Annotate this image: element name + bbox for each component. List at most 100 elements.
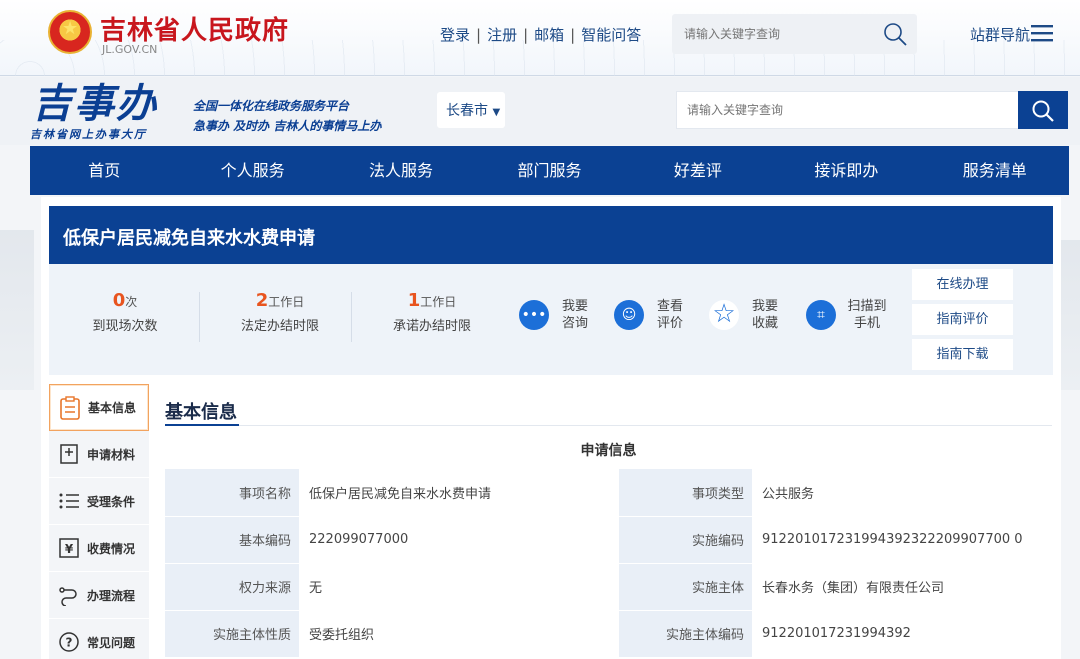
info-table: 事项名称 低保户居民减免自来水水费申请 事项类型 公共服务 基本编码 22209… [165, 469, 1052, 658]
field-label: 事项名称 [165, 469, 299, 517]
action-label: 查看 评价 [656, 299, 683, 331]
nav-complaint[interactable]: 接诉即办 [772, 146, 920, 195]
field-value: 无 [299, 563, 619, 611]
slogan-line-2: 急事办 及时办 吉林人的事情马上办 [193, 119, 382, 133]
stat-label: 法定办结时限 [240, 319, 319, 334]
nav-service-list[interactable]: 服务清单 [921, 146, 1069, 195]
search-icon[interactable] [883, 22, 907, 46]
search-icon [1032, 100, 1054, 122]
login-link[interactable]: 登录 [440, 26, 470, 44]
stat-value: 1 [407, 290, 421, 311]
item-title-bar: 低保户居民减免自来水水费申请 [49, 206, 1053, 264]
yuan-icon: ¥ [57, 536, 81, 560]
nav-legal-person[interactable]: 法人服务 [327, 146, 475, 195]
favorite-button[interactable]: ☆ 我要 收藏 [709, 298, 782, 332]
divider [351, 292, 352, 342]
guide-rating-button[interactable]: 指南评价 [912, 304, 1013, 335]
portal-search-input[interactable] [677, 92, 1007, 128]
side-item-label: 办理流程 [87, 588, 136, 603]
smile-icon: ☺ [614, 300, 644, 330]
stat-value: 0 [112, 290, 126, 311]
nav-rating[interactable]: 好差评 [624, 146, 772, 195]
top-search-box [672, 14, 917, 54]
field-value: 222099077000 [299, 516, 619, 564]
stats-bar: 0次 到现场次数 2工作日 法定办结时限 1工作日 承诺办结时限 ••• 我要咨… [49, 264, 1053, 375]
stat-unit: 次 [125, 295, 138, 309]
nav-personal[interactable]: 个人服务 [178, 146, 326, 195]
question-icon: ? [57, 630, 81, 654]
city-selector[interactable]: 长春市 ▼ [437, 92, 505, 128]
field-label: 实施编码 [619, 516, 752, 564]
stat-unit: 工作日 [268, 295, 305, 309]
field-label: 事项类型 [619, 469, 752, 517]
side-item-process[interactable]: 办理流程 [49, 572, 149, 619]
main-nav: 首页 个人服务 法人服务 部门服务 好差评 接诉即办 服务清单 [30, 146, 1069, 195]
city-label: 长春市 [446, 103, 488, 119]
side-item-fees[interactable]: ¥ 收费情况 [49, 525, 149, 572]
side-item-label: 申请材料 [87, 447, 136, 462]
item-title: 低保户居民减免自来水水费申请 [63, 228, 315, 249]
stat-value: 2 [255, 290, 269, 311]
side-item-materials[interactable]: 申请材料 [49, 431, 149, 478]
field-value: 受委托组织 [299, 610, 619, 658]
chat-icon: ••• [519, 300, 549, 330]
side-item-faq[interactable]: ? 常见问题 [49, 619, 149, 659]
stat-legal-limit: 2工作日 法定办结时限 [238, 290, 322, 334]
side-item-conditions[interactable]: 受理条件 [49, 478, 149, 525]
brand-logo[interactable]: 吉事办 [32, 82, 158, 126]
flow-icon [57, 583, 81, 607]
hamburger-menu-icon[interactable] [1031, 23, 1053, 43]
table-row: 基本编码 222099077000 实施编码 91220101723199439… [165, 516, 1052, 564]
portal-search-box [676, 91, 1019, 129]
svg-text:?: ? [66, 636, 73, 650]
gov-domain: JL.GOV.CN [102, 43, 158, 56]
gov-site-name[interactable]: 吉林省人民政府 [100, 10, 289, 47]
section-divider [165, 425, 1052, 426]
top-links: 登录 | 注册 | 邮箱 | 智能问答 [440, 26, 642, 44]
field-value: 低保户居民减免自来水水费申请 [299, 469, 619, 517]
list-icon [57, 489, 81, 513]
field-value: 912201017231994392 [752, 610, 1052, 658]
field-label: 权力来源 [165, 563, 299, 611]
action-label: 扫描到 手机 [847, 299, 887, 331]
action-label: 我要 收藏 [751, 299, 778, 331]
brand-subtitle: 吉林省网上办事大厅 [30, 128, 147, 141]
register-link[interactable]: 注册 [487, 26, 517, 44]
nav-department[interactable]: 部门服务 [475, 146, 623, 195]
side-menu: 基本信息 申请材料 受理条件 ¥ 收费情况 办理流程 ? 常见问题 [49, 384, 149, 659]
mail-link[interactable]: 邮箱 [534, 26, 564, 44]
table-row: 权力来源 无 实施主体 长春水务（集团）有限责任公司 [165, 563, 1052, 611]
view-rating-button[interactable]: ☺ 查看 评价 [614, 298, 687, 332]
scan-to-phone-button[interactable]: ⌗ 扫描到 手机 [806, 298, 889, 332]
consult-button[interactable]: ••• 我要 咨询 [519, 298, 592, 332]
star-icon: ☆ [709, 300, 739, 330]
side-item-label: 常见问题 [87, 635, 136, 650]
field-value: 公共服务 [752, 469, 1052, 517]
guide-download-button[interactable]: 指南下载 [912, 339, 1013, 370]
svg-text:¥: ¥ [65, 542, 74, 556]
side-item-label: 收费情况 [87, 541, 136, 556]
portal-search-button[interactable] [1018, 91, 1068, 129]
field-label: 基本编码 [165, 516, 299, 564]
table-row: 实施主体性质 受委托组织 实施主体编码 912201017231994392 [165, 610, 1052, 658]
slogan-line-1: 全国一体化在线政务服务平台 [193, 99, 350, 113]
stat-unit: 工作日 [420, 295, 457, 309]
action-label: 我要 咨询 [561, 299, 588, 331]
section-title: 基本信息 [165, 402, 237, 423]
online-apply-button[interactable]: 在线办理 [912, 269, 1013, 300]
smart-qa-link[interactable]: 智能问答 [581, 26, 641, 44]
slogan: 全国一体化在线政务服务平台 急事办 及时办 吉林人的事情马上办 [193, 96, 381, 136]
table-row: 事项名称 低保户居民减免自来水水费申请 事项类型 公共服务 [165, 469, 1052, 517]
site-nav-link[interactable]: 站群导航 [970, 24, 1030, 45]
side-item-basic-info[interactable]: 基本信息 [49, 384, 149, 431]
caret-down-icon: ▼ [492, 107, 501, 118]
top-search-input[interactable] [672, 14, 862, 54]
background-skyline [0, 230, 34, 390]
stat-label: 承诺办结时限 [392, 319, 471, 334]
side-item-label: 基本信息 [88, 401, 137, 415]
stat-visits: 0次 到现场次数 [89, 290, 161, 334]
nav-home[interactable]: 首页 [30, 146, 178, 195]
field-label: 实施主体性质 [165, 610, 299, 658]
field-value: 912201017231994392322209907700 0 [752, 516, 1052, 564]
section-underline [165, 424, 239, 426]
